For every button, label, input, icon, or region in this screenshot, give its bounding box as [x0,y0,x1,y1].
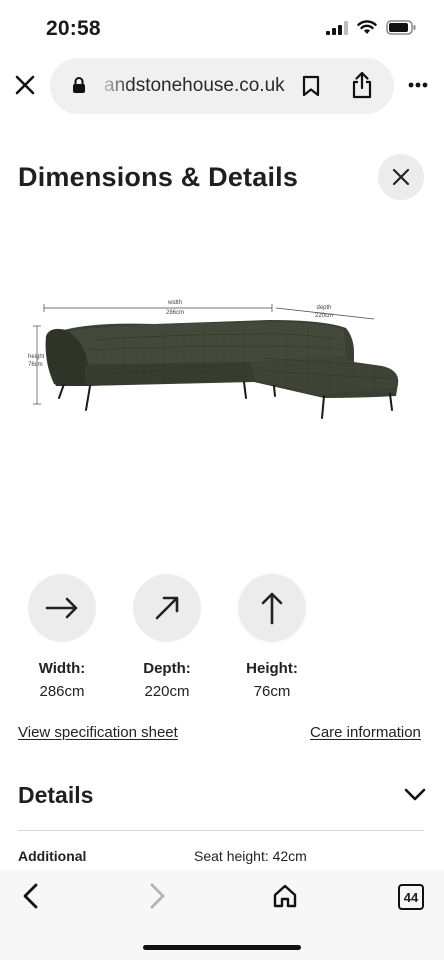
depth-label: Depth: [143,660,191,677]
forward-icon[interactable] [146,882,168,910]
wifi-icon [357,20,377,34]
home-icon[interactable] [272,883,298,909]
url-text[interactable]: andstonehouse.co.uk [104,75,334,97]
height-label: Height: [246,660,298,677]
details-row-value: Seat height: 42cm [194,848,307,864]
bookmark-icon[interactable] [302,75,320,97]
more-icon[interactable] [408,82,428,88]
close-icon[interactable] [12,72,38,98]
arrow-up-icon [261,592,283,625]
address-bar[interactable]: andstonehouse.co.uk [50,58,394,114]
arrow-right-icon [45,597,78,619]
status-bar: 20:58 [0,0,444,56]
width-value: 286cm [39,683,85,700]
arrow-up-right-icon [155,596,179,620]
depth-icon-circle [133,574,201,642]
details-row-key: Additional [18,848,87,864]
battery-icon [386,20,416,35]
height-value: 76cm [28,362,43,368]
width-label: Width: [38,660,86,677]
height-value: 76cm [253,683,291,700]
depth-value: 220cm [144,683,190,700]
home-indicator [143,945,301,950]
status-time: 20:58 [46,17,101,40]
page-title: Dimensions & Details [18,162,299,192]
width-value: 286cm [166,310,184,316]
depth-value: 220cm [315,313,333,319]
height-label: height [28,354,45,360]
back-icon[interactable] [20,882,42,910]
modal-close-button[interactable] [378,154,424,200]
browser-toolbar: 44 [0,870,444,960]
width-icon-circle [28,574,96,642]
sofa-image: width 286cm depth 220cm height 76cm [28,300,399,419]
status-icons [326,20,416,35]
height-icon-circle [238,574,306,642]
width-label: width [167,300,182,306]
depth-label: depth [316,305,331,311]
browser-bar: andstonehouse.co.uk [0,56,444,116]
tabs-button[interactable]: 44 [398,884,424,910]
details-heading[interactable]: Details [18,782,93,809]
details-divider [18,830,424,831]
close-icon [392,168,410,186]
lock-icon [73,77,85,93]
view-specification-sheet-link[interactable]: View specification sheet [18,724,178,741]
signal-icon [326,20,348,35]
care-information-link[interactable]: Care information [310,724,421,741]
share-icon[interactable] [350,71,374,99]
chevron-down-icon[interactable] [404,788,426,802]
